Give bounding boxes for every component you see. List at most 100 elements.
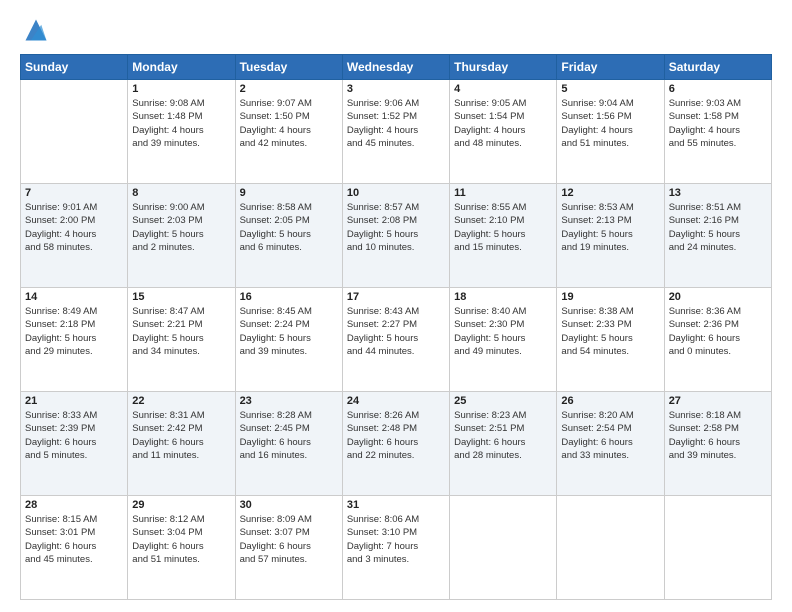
calendar-cell: 28 Sunrise: 8:15 AM Sunset: 3:01 PM Dayli… — [21, 496, 128, 600]
calendar-week-1: 1 Sunrise: 9:08 AM Sunset: 1:48 PM Daylig… — [21, 80, 772, 184]
day-number: 19 — [561, 291, 659, 303]
calendar-cell — [557, 496, 664, 600]
logo-icon — [22, 16, 50, 44]
logo — [20, 16, 54, 44]
day-number: 1 — [132, 83, 230, 95]
calendar-cell: 4 Sunrise: 9:05 AM Sunset: 1:54 PM Daylig… — [450, 80, 557, 184]
day-info: Sunrise: 9:08 AM Sunset: 1:48 PM Dayligh… — [132, 97, 230, 150]
day-info: Sunrise: 8:36 AM Sunset: 2:36 PM Dayligh… — [669, 305, 767, 358]
day-number: 9 — [240, 187, 338, 199]
calendar-cell: 8 Sunrise: 9:00 AM Sunset: 2:03 PM Daylig… — [128, 184, 235, 288]
day-number: 4 — [454, 83, 552, 95]
calendar-week-4: 21 Sunrise: 8:33 AM Sunset: 2:39 PM Dayli… — [21, 392, 772, 496]
day-number: 5 — [561, 83, 659, 95]
day-number: 17 — [347, 291, 445, 303]
day-info: Sunrise: 9:07 AM Sunset: 1:50 PM Dayligh… — [240, 97, 338, 150]
day-number: 8 — [132, 187, 230, 199]
day-number: 7 — [25, 187, 123, 199]
calendar-cell: 23 Sunrise: 8:28 AM Sunset: 2:45 PM Dayli… — [235, 392, 342, 496]
day-info: Sunrise: 8:40 AM Sunset: 2:30 PM Dayligh… — [454, 305, 552, 358]
day-info: Sunrise: 8:18 AM Sunset: 2:58 PM Dayligh… — [669, 409, 767, 462]
calendar-cell: 14 Sunrise: 8:49 AM Sunset: 2:18 PM Dayli… — [21, 288, 128, 392]
day-info: Sunrise: 8:49 AM Sunset: 2:18 PM Dayligh… — [25, 305, 123, 358]
calendar-cell: 2 Sunrise: 9:07 AM Sunset: 1:50 PM Daylig… — [235, 80, 342, 184]
day-number: 12 — [561, 187, 659, 199]
day-info: Sunrise: 8:43 AM Sunset: 2:27 PM Dayligh… — [347, 305, 445, 358]
calendar-cell: 25 Sunrise: 8:23 AM Sunset: 2:51 PM Dayli… — [450, 392, 557, 496]
calendar-header-monday: Monday — [128, 55, 235, 80]
calendar-cell: 10 Sunrise: 8:57 AM Sunset: 2:08 PM Dayli… — [342, 184, 449, 288]
calendar-cell: 5Sunrise: 9:04 AM Sunset: 1:56 PM Daylig… — [557, 80, 664, 184]
calendar-cell: 30 Sunrise: 8:09 AM Sunset: 3:07 PM Dayli… — [235, 496, 342, 600]
day-number: 14 — [25, 291, 123, 303]
day-info: Sunrise: 8:53 AM Sunset: 2:13 PM Dayligh… — [561, 201, 659, 254]
calendar-cell: 20 Sunrise: 8:36 AM Sunset: 2:36 PM Dayli… — [664, 288, 771, 392]
day-info: Sunrise: 8:28 AM Sunset: 2:45 PM Dayligh… — [240, 409, 338, 462]
day-number: 11 — [454, 187, 552, 199]
calendar-cell: 29 Sunrise: 8:12 AM Sunset: 3:04 PM Dayli… — [128, 496, 235, 600]
day-info: Sunrise: 9:03 AM Sunset: 1:58 PM Dayligh… — [669, 97, 767, 150]
day-info: Sunrise: 9:05 AM Sunset: 1:54 PM Dayligh… — [454, 97, 552, 150]
day-number: 13 — [669, 187, 767, 199]
calendar-cell: 21 Sunrise: 8:33 AM Sunset: 2:39 PM Dayli… — [21, 392, 128, 496]
calendar-cell: 18 Sunrise: 8:40 AM Sunset: 2:30 PM Dayli… — [450, 288, 557, 392]
calendar-cell: 11 Sunrise: 8:55 AM Sunset: 2:10 PM Dayli… — [450, 184, 557, 288]
day-number: 10 — [347, 187, 445, 199]
day-number: 20 — [669, 291, 767, 303]
day-number: 24 — [347, 395, 445, 407]
calendar-cell: 15Sunrise: 8:47 AM Sunset: 2:21 PM Dayli… — [128, 288, 235, 392]
day-number: 23 — [240, 395, 338, 407]
day-number: 30 — [240, 499, 338, 511]
calendar-cell: 3Sunrise: 9:06 AM Sunset: 1:52 PM Daylig… — [342, 80, 449, 184]
calendar-header-tuesday: Tuesday — [235, 55, 342, 80]
day-number: 18 — [454, 291, 552, 303]
day-info: Sunrise: 8:38 AM Sunset: 2:33 PM Dayligh… — [561, 305, 659, 358]
calendar-cell: 27 Sunrise: 8:18 AM Sunset: 2:58 PM Dayli… — [664, 392, 771, 496]
day-info: Sunrise: 9:00 AM Sunset: 2:03 PM Dayligh… — [132, 201, 230, 254]
calendar-header-thursday: Thursday — [450, 55, 557, 80]
day-number: 27 — [669, 395, 767, 407]
day-info: Sunrise: 8:12 AM Sunset: 3:04 PM Dayligh… — [132, 513, 230, 566]
day-number: 26 — [561, 395, 659, 407]
calendar-cell: 19 Sunrise: 8:38 AM Sunset: 2:33 PM Dayli… — [557, 288, 664, 392]
calendar-cell: 12 Sunrise: 8:53 AM Sunset: 2:13 PM Dayli… — [557, 184, 664, 288]
calendar-header-wednesday: Wednesday — [342, 55, 449, 80]
day-number: 16 — [240, 291, 338, 303]
day-info: Sunrise: 8:51 AM Sunset: 2:16 PM Dayligh… — [669, 201, 767, 254]
day-info: Sunrise: 8:15 AM Sunset: 3:01 PM Dayligh… — [25, 513, 123, 566]
calendar-cell — [664, 496, 771, 600]
page: SundayMondayTuesdayWednesdayThursdayFrid… — [0, 0, 792, 612]
day-number: 3 — [347, 83, 445, 95]
day-info: Sunrise: 8:09 AM Sunset: 3:07 PM Dayligh… — [240, 513, 338, 566]
calendar-cell — [21, 80, 128, 184]
day-number: 2 — [240, 83, 338, 95]
day-info: Sunrise: 8:33 AM Sunset: 2:39 PM Dayligh… — [25, 409, 123, 462]
day-info: Sunrise: 8:55 AM Sunset: 2:10 PM Dayligh… — [454, 201, 552, 254]
day-info: Sunrise: 8:57 AM Sunset: 2:08 PM Dayligh… — [347, 201, 445, 254]
day-info: Sunrise: 8:26 AM Sunset: 2:48 PM Dayligh… — [347, 409, 445, 462]
day-number: 25 — [454, 395, 552, 407]
calendar-cell: 16Sunrise: 8:45 AM Sunset: 2:24 PM Dayli… — [235, 288, 342, 392]
day-info: Sunrise: 8:47 AM Sunset: 2:21 PM Dayligh… — [132, 305, 230, 358]
calendar-cell: 24 Sunrise: 8:26 AM Sunset: 2:48 PM Dayli… — [342, 392, 449, 496]
calendar-cell: 31Sunrise: 8:06 AM Sunset: 3:10 PM Dayli… — [342, 496, 449, 600]
day-number: 28 — [25, 499, 123, 511]
calendar-cell: 22Sunrise: 8:31 AM Sunset: 2:42 PM Dayli… — [128, 392, 235, 496]
calendar-cell: 17 Sunrise: 8:43 AM Sunset: 2:27 PM Dayli… — [342, 288, 449, 392]
calendar: SundayMondayTuesdayWednesdayThursdayFrid… — [20, 54, 772, 600]
calendar-header-row: SundayMondayTuesdayWednesdayThursdayFrid… — [21, 55, 772, 80]
header — [20, 16, 772, 44]
calendar-cell — [450, 496, 557, 600]
day-number: 29 — [132, 499, 230, 511]
calendar-header-friday: Friday — [557, 55, 664, 80]
day-info: Sunrise: 8:20 AM Sunset: 2:54 PM Dayligh… — [561, 409, 659, 462]
day-number: 22 — [132, 395, 230, 407]
day-info: Sunrise: 8:23 AM Sunset: 2:51 PM Dayligh… — [454, 409, 552, 462]
day-number: 21 — [25, 395, 123, 407]
day-number: 31 — [347, 499, 445, 511]
day-info: Sunrise: 9:01 AM Sunset: 2:00 PM Dayligh… — [25, 201, 123, 254]
calendar-week-5: 28 Sunrise: 8:15 AM Sunset: 3:01 PM Dayli… — [21, 496, 772, 600]
calendar-week-3: 14 Sunrise: 8:49 AM Sunset: 2:18 PM Dayli… — [21, 288, 772, 392]
calendar-week-2: 7 Sunrise: 9:01 AM Sunset: 2:00 PM Daylig… — [21, 184, 772, 288]
calendar-cell: 26 Sunrise: 8:20 AM Sunset: 2:54 PM Dayli… — [557, 392, 664, 496]
